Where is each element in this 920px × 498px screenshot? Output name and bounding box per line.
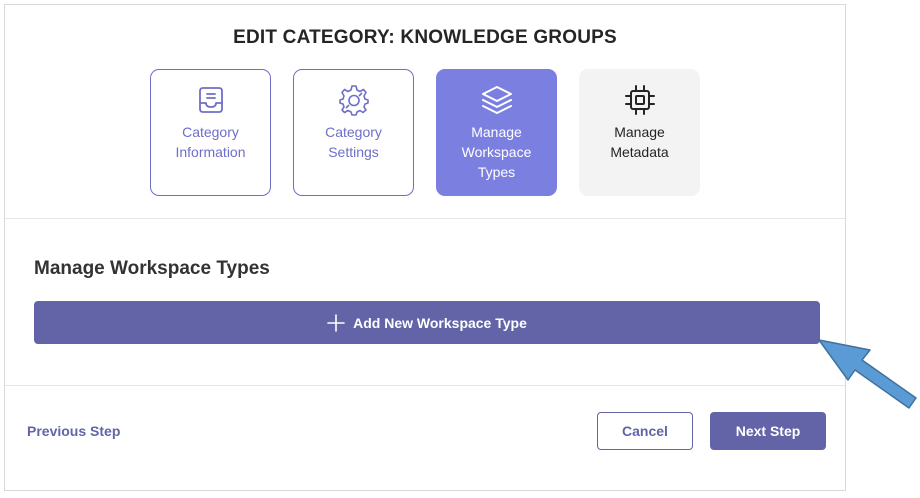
footer-divider [5, 385, 845, 386]
settings-gear-icon [338, 85, 369, 116]
chip-icon [624, 85, 655, 115]
edit-category-dialog: EDIT CATEGORY: KNOWLEDGE GROUPS Category… [4, 4, 846, 491]
add-new-workspace-type-button[interactable]: Add New Workspace Type [34, 301, 820, 344]
step-label: Manage Workspace Types [461, 124, 532, 180]
step-label: Manage Metadata [610, 124, 669, 160]
plus-icon [327, 313, 345, 332]
section-title: Manage Workspace Types [34, 258, 270, 279]
step-label: Category Settings [325, 124, 382, 160]
layers-icon [481, 86, 512, 114]
inbox-icon [198, 87, 223, 113]
annotation-arrow-icon [818, 339, 917, 409]
dialog-title: EDIT CATEGORY: KNOWLEDGE GROUPS [233, 27, 617, 48]
wizard-steps: Category Information Category Settings M… [150, 69, 700, 196]
add-button-label: Add New Workspace Type [353, 314, 527, 331]
step-manage-metadata[interactable]: Manage Metadata [579, 69, 700, 196]
next-step-button[interactable]: Next Step [710, 412, 826, 450]
header-divider [5, 218, 845, 219]
cancel-button[interactable]: Cancel [597, 412, 693, 450]
step-label: Category Information [175, 124, 246, 160]
step-category-information[interactable]: Category Information [150, 69, 271, 196]
previous-step-link[interactable]: Previous Step [27, 423, 120, 439]
step-manage-workspace-types[interactable]: Manage Workspace Types [436, 69, 557, 196]
step-category-settings[interactable]: Category Settings [293, 69, 414, 196]
